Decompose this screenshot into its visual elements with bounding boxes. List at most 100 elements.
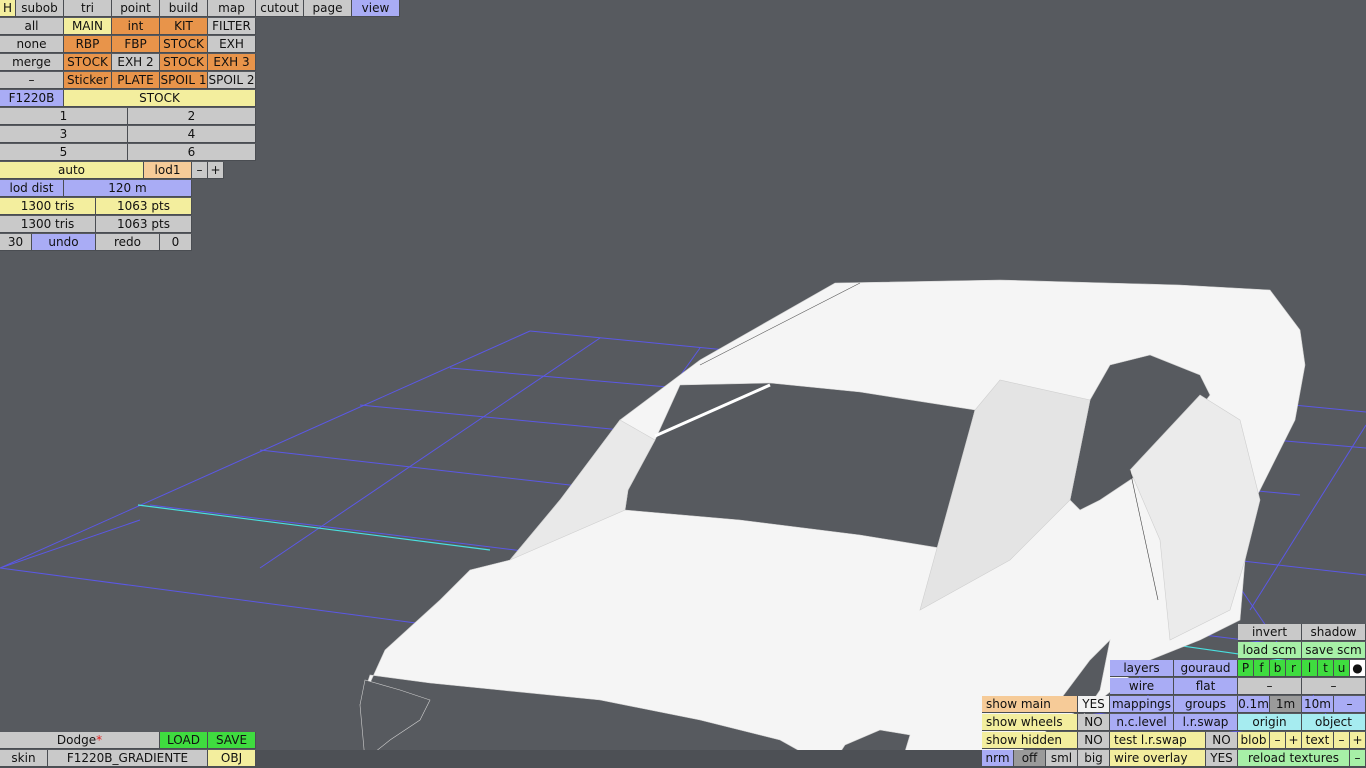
tab-h[interactable]: H bbox=[0, 0, 16, 17]
dash-button[interactable]: – bbox=[0, 72, 64, 89]
lod-mode-button[interactable]: auto bbox=[0, 162, 144, 179]
model-name-button[interactable]: F1220B bbox=[0, 90, 64, 107]
blob-minus-button[interactable]: – bbox=[1270, 732, 1286, 749]
tab-map[interactable]: map bbox=[208, 0, 256, 17]
off-button[interactable]: off bbox=[1014, 750, 1046, 767]
part-spoil-1[interactable]: SPOIL 1 bbox=[160, 72, 208, 89]
save-scm-button[interactable]: save scm bbox=[1302, 642, 1366, 659]
sml-button[interactable]: sml bbox=[1046, 750, 1078, 767]
object-button[interactable]: object bbox=[1302, 714, 1366, 731]
tab-page[interactable]: page bbox=[304, 0, 352, 17]
show-main-value[interactable]: YES bbox=[1078, 696, 1110, 713]
tab-view[interactable]: view bbox=[352, 0, 400, 17]
gouraud-button[interactable]: gouraud bbox=[1174, 660, 1238, 677]
blob-button[interactable]: blob bbox=[1238, 732, 1270, 749]
part-stock-3[interactable]: STOCK bbox=[160, 54, 208, 71]
load-scm-button[interactable]: load scm bbox=[1238, 642, 1302, 659]
flag-l[interactable]: l bbox=[1302, 660, 1318, 677]
scale-10m-button[interactable]: 10m bbox=[1302, 696, 1334, 713]
part-plate[interactable]: PLATE bbox=[112, 72, 160, 89]
show-wheels-value[interactable]: NO bbox=[1078, 714, 1110, 731]
reload-textures-button[interactable]: reload textures bbox=[1238, 750, 1350, 767]
text-minus-button[interactable]: – bbox=[1334, 732, 1350, 749]
redo-button[interactable]: redo bbox=[96, 234, 160, 251]
pts-count-1: 1063 pts bbox=[96, 198, 192, 215]
flag-f[interactable]: f bbox=[1254, 660, 1270, 677]
tab-tri[interactable]: tri bbox=[64, 0, 112, 17]
groups-button[interactable]: groups bbox=[1174, 696, 1238, 713]
part-fbp[interactable]: FBP bbox=[112, 36, 160, 53]
invert-button[interactable]: invert bbox=[1238, 624, 1302, 641]
origin-button[interactable]: origin bbox=[1238, 714, 1302, 731]
model-variant-button[interactable]: STOCK bbox=[64, 90, 256, 107]
tab-point[interactable]: point bbox=[112, 0, 160, 17]
part-stock-2[interactable]: STOCK bbox=[64, 54, 112, 71]
select-none-button[interactable]: none bbox=[0, 36, 64, 53]
part-exh-3[interactable]: EXH 3 bbox=[208, 54, 256, 71]
wire-overlay-button[interactable]: wire overlay bbox=[1110, 750, 1206, 767]
reload-textures-dash[interactable]: – bbox=[1350, 750, 1366, 767]
part-filter[interactable]: FILTER bbox=[208, 18, 256, 35]
part-spoil-2[interactable]: SPOIL 2 bbox=[208, 72, 256, 89]
flat-button[interactable]: flat bbox=[1174, 678, 1238, 695]
skin-value-button[interactable]: F1220B_GRADIENTE bbox=[48, 750, 208, 767]
big-button[interactable]: big bbox=[1078, 750, 1110, 767]
text-button[interactable]: text bbox=[1302, 732, 1334, 749]
file-name[interactable]: Dodge* bbox=[0, 732, 160, 749]
merge-button[interactable]: merge bbox=[0, 54, 64, 71]
dash-button-1[interactable]: – bbox=[1238, 678, 1302, 695]
wire-overlay-value[interactable]: YES bbox=[1206, 750, 1238, 767]
shadow-button[interactable]: shadow bbox=[1302, 624, 1366, 641]
dash-button-2[interactable]: – bbox=[1302, 678, 1366, 695]
flag-b[interactable]: b bbox=[1270, 660, 1286, 677]
test-lr-swap-value[interactable]: NO bbox=[1206, 732, 1238, 749]
part-exh[interactable]: EXH bbox=[208, 36, 256, 53]
scale-dash-button[interactable]: – bbox=[1334, 696, 1366, 713]
blob-plus-button[interactable]: + bbox=[1286, 732, 1302, 749]
show-hidden-label[interactable]: show hidden bbox=[982, 732, 1078, 749]
show-wheels-label[interactable]: show wheels bbox=[982, 714, 1078, 731]
tab-build[interactable]: build bbox=[160, 0, 208, 17]
wire-button[interactable]: wire bbox=[1110, 678, 1174, 695]
tab-cutout[interactable]: cutout bbox=[256, 0, 304, 17]
part-rbp[interactable]: RBP bbox=[64, 36, 112, 53]
slot-2[interactable]: 2 bbox=[128, 108, 256, 125]
slot-3[interactable]: 3 bbox=[0, 126, 128, 143]
slot-4[interactable]: 4 bbox=[128, 126, 256, 143]
part-exh-2[interactable]: EXH 2 bbox=[112, 54, 160, 71]
select-all-button[interactable]: all bbox=[0, 18, 64, 35]
part-stock-1[interactable]: STOCK bbox=[160, 36, 208, 53]
part-int[interactable]: int bbox=[112, 18, 160, 35]
undo-button[interactable]: undo bbox=[32, 234, 96, 251]
obj-button[interactable]: OBJ bbox=[208, 750, 256, 767]
nrm-button[interactable]: nrm bbox=[982, 750, 1014, 767]
flag-p[interactable]: P bbox=[1238, 660, 1254, 677]
lod-level-button[interactable]: lod1 bbox=[144, 162, 192, 179]
slot-6[interactable]: 6 bbox=[128, 144, 256, 161]
lod-minus-button[interactable]: – bbox=[192, 162, 208, 179]
scale-1m-button[interactable]: 1m bbox=[1270, 696, 1302, 713]
flag-u[interactable]: u bbox=[1334, 660, 1350, 677]
save-button[interactable]: SAVE bbox=[208, 732, 256, 749]
test-lr-swap-button[interactable]: test l.r.swap bbox=[1110, 732, 1206, 749]
show-main-label[interactable]: show main bbox=[982, 696, 1078, 713]
flag-t[interactable]: t bbox=[1318, 660, 1334, 677]
part-kit[interactable]: KIT bbox=[160, 18, 208, 35]
load-button[interactable]: LOAD bbox=[160, 732, 208, 749]
layers-button[interactable]: layers bbox=[1110, 660, 1174, 677]
tab-subob[interactable]: subob bbox=[16, 0, 64, 17]
scale-01m-button[interactable]: 0.1m bbox=[1238, 696, 1270, 713]
lr-swap-button[interactable]: l.r.swap bbox=[1174, 714, 1238, 731]
mappings-button[interactable]: mappings bbox=[1110, 696, 1174, 713]
lod-plus-button[interactable]: + bbox=[208, 162, 224, 179]
show-hidden-value[interactable]: NO bbox=[1078, 732, 1110, 749]
part-sticker[interactable]: Sticker bbox=[64, 72, 112, 89]
part-main[interactable]: MAIN bbox=[64, 18, 112, 35]
slot-5[interactable]: 5 bbox=[0, 144, 128, 161]
flag-dot[interactable]: ● bbox=[1350, 660, 1366, 677]
nc-level-button[interactable]: n.c.level bbox=[1110, 714, 1174, 731]
text-plus-button[interactable]: + bbox=[1350, 732, 1366, 749]
slot-1[interactable]: 1 bbox=[0, 108, 128, 125]
flag-r[interactable]: r bbox=[1286, 660, 1302, 677]
lod-dist-value[interactable]: 120 m bbox=[64, 180, 192, 197]
